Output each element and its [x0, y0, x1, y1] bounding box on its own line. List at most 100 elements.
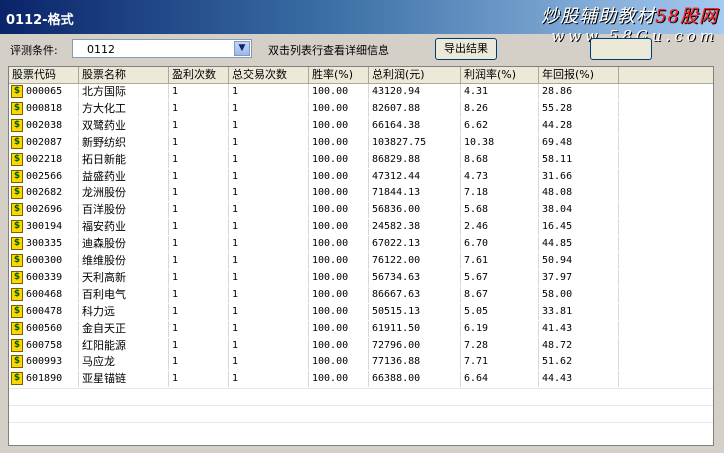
cell-text: 601890 [26, 373, 63, 385]
cell-name: 马应龙 [79, 354, 169, 371]
cell-total-profit: 56836.00 [369, 202, 461, 219]
cell-name: 百洋股份 [79, 202, 169, 219]
cell-win-count: 1 [169, 286, 229, 303]
cell-total-profit: 82607.88 [369, 100, 461, 117]
cell-total-profit: 56734.63 [369, 269, 461, 286]
table-row[interactable]: $002038 双鹭药业 1 1 100.00 66164.38 6.62 44.28 [9, 117, 713, 134]
cell-total-profit: 47312.44 [369, 168, 461, 185]
cell-total-profit: 67022.13 [369, 236, 461, 253]
stock-icon: $ [11, 270, 23, 284]
column-header-code[interactable]: 股票代码 [9, 67, 79, 83]
cell-profit-rate: 8.67 [461, 286, 539, 303]
table-row[interactable]: $600560 金自天正 1 1 100.00 61911.50 6.19 41.43 [9, 320, 713, 337]
column-header-name[interactable]: 股票名称 [79, 67, 169, 83]
grid-line [9, 422, 713, 423]
cell-annual-return: 48.72 [539, 337, 619, 354]
cell-total-profit: 71844.13 [369, 185, 461, 202]
cell-profit-rate: 8.26 [461, 100, 539, 117]
cell-win-rate: 100.00 [309, 286, 369, 303]
cell-name: 方大化工 [79, 100, 169, 117]
grid-line [9, 388, 713, 390]
cell-trade-count: 1 [229, 303, 309, 320]
table-row[interactable]: $002218 拓日新能 1 1 100.00 86829.88 8.68 58.11 [9, 151, 713, 168]
cell-name: 福安药业 [79, 219, 169, 236]
cell-total-profit: 86667.63 [369, 286, 461, 303]
column-header-win-rate[interactable]: 胜率(%) [309, 67, 369, 83]
table-row[interactable]: $000065 北方国际 1 1 100.00 43120.94 4.31 28.86 [9, 84, 713, 100]
table-row[interactable]: $600993 马应龙 1 1 100.00 77136.88 7.71 51.62 [9, 354, 713, 371]
cell-profit-rate: 8.68 [461, 151, 539, 168]
cell-text: 300335 [26, 238, 63, 250]
stock-icon: $ [11, 321, 23, 335]
cell-profit-rate: 6.70 [461, 236, 539, 253]
cell-name: 红阳能源 [79, 337, 169, 354]
cell-name: 龙洲股份 [79, 185, 169, 202]
cell-win-count: 1 [169, 202, 229, 219]
cell-annual-return: 44.85 [539, 236, 619, 253]
table-row[interactable]: $600300 维维股份 1 1 100.00 76122.00 7.61 50.94 [9, 253, 713, 269]
cell-text: 600339 [26, 271, 63, 283]
cell-trade-count: 1 [229, 100, 309, 117]
table-row[interactable]: $002696 百洋股份 1 1 100.00 56836.00 5.68 38.04 [9, 202, 713, 219]
stock-icon: $ [11, 135, 23, 149]
cell-code: $002218 [9, 151, 79, 168]
cell-annual-return: 69.48 [539, 134, 619, 151]
cell-profit-rate: 4.73 [461, 168, 539, 185]
cell-annual-return: 44.43 [539, 371, 619, 388]
column-header-win-count[interactable]: 盈利次数 [169, 67, 229, 83]
cell-win-rate: 100.00 [309, 354, 369, 371]
cell-text: 002038 [26, 119, 63, 131]
column-header-profit-rate[interactable]: 利润率(%) [461, 67, 539, 83]
chevron-down-icon[interactable]: ▼ [234, 41, 250, 56]
condition-select[interactable]: 0112 ▼ [72, 39, 252, 58]
stock-icon: $ [11, 169, 23, 183]
cell-profit-rate: 6.64 [461, 371, 539, 388]
cell-profit-rate: 6.19 [461, 320, 539, 337]
cell-win-rate: 100.00 [309, 100, 369, 117]
table-row[interactable]: $000818 方大化工 1 1 100.00 82607.88 8.26 55.28 [9, 100, 713, 117]
export-button[interactable]: 导出结果 [435, 38, 497, 60]
cell-code: $002087 [9, 134, 79, 151]
cell-name: 金自天正 [79, 320, 169, 337]
table-row[interactable]: $600478 科力远 1 1 100.00 50515.13 5.05 33.81 [9, 303, 713, 320]
stock-icon: $ [11, 254, 23, 267]
cell-trade-count: 1 [229, 185, 309, 202]
results-table[interactable]: 股票代码 股票名称 盈利次数 总交易次数 胜率(%) 总利润(元) 利润率(%) 年回报(%)… [8, 66, 714, 446]
cell-total-profit: 24582.38 [369, 219, 461, 236]
cell-trade-count: 1 [229, 371, 309, 388]
table-row[interactable]: $002566 益盛药业 1 1 100.00 47312.44 4.73 31.66 [9, 168, 713, 185]
cell-annual-return: 38.04 [539, 202, 619, 219]
table-row[interactable]: $600758 红阳能源 1 1 100.00 72796.00 7.28 48.72 [9, 337, 713, 354]
cell-name: 维维股份 [79, 253, 169, 269]
cell-code: $002566 [9, 168, 79, 185]
cell-win-rate: 100.00 [309, 202, 369, 219]
column-header-total-profit[interactable]: 总利润(元) [369, 67, 461, 83]
table-row[interactable]: $600468 百利电气 1 1 100.00 86667.63 8.67 58.00 [9, 286, 713, 303]
title-bar[interactable]: 0112-格式 炒股辅助教材58股网 www.58Gu.com [0, 0, 724, 45]
cell-profit-rate: 2.46 [461, 219, 539, 236]
stock-icon: $ [11, 355, 23, 369]
stock-icon: $ [11, 338, 23, 352]
cell-profit-rate: 10.38 [461, 134, 539, 151]
table-row[interactable]: $300335 迪森股份 1 1 100.00 67022.13 6.70 44.85 [9, 236, 713, 253]
column-header-annual-return[interactable]: 年回报(%) [539, 67, 619, 83]
table-row[interactable]: $300194 福安药业 1 1 100.00 24582.38 2.46 16.45 [9, 219, 713, 236]
cell-win-count: 1 [169, 84, 229, 100]
cell-total-profit: 86829.88 [369, 151, 461, 168]
cell-total-profit: 50515.13 [369, 303, 461, 320]
table-row[interactable]: $600339 天利高新 1 1 100.00 56734.63 5.67 37.97 [9, 269, 713, 286]
table-row[interactable]: $002682 龙洲股份 1 1 100.00 71844.13 7.18 48.08 [9, 185, 713, 202]
column-header-trade-count[interactable]: 总交易次数 [229, 67, 309, 83]
cell-annual-return: 41.43 [539, 320, 619, 337]
table-row[interactable]: $601890 亚星锚链 1 1 100.00 66388.00 6.64 44.43 [9, 371, 713, 388]
cell-win-rate: 100.00 [309, 84, 369, 100]
cell-trade-count: 1 [229, 168, 309, 185]
table-row[interactable]: $002087 新野纺织 1 1 100.00 103827.75 10.38 69.48 [9, 134, 713, 151]
cell-annual-return: 50.94 [539, 253, 619, 269]
cell-profit-rate: 5.68 [461, 202, 539, 219]
cell-code: $000818 [9, 100, 79, 117]
cell-win-rate: 100.00 [309, 168, 369, 185]
cell-trade-count: 1 [229, 84, 309, 100]
close-button[interactable] [590, 38, 652, 60]
cell-win-count: 1 [169, 100, 229, 117]
